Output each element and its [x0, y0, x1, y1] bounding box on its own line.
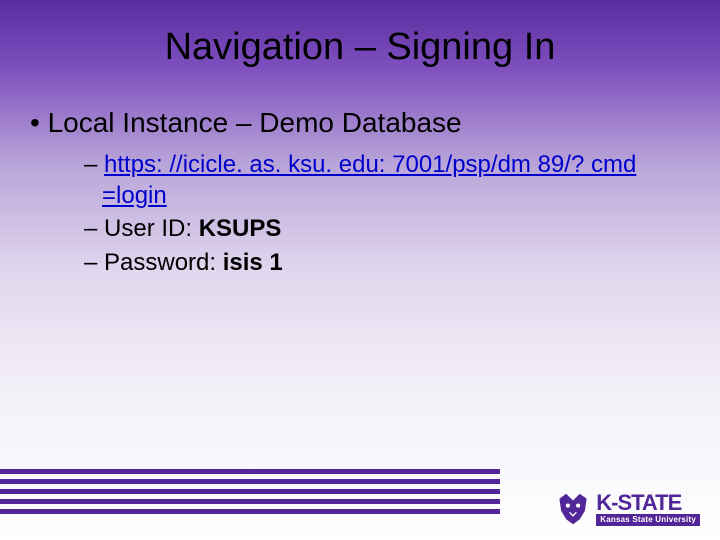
sub-bullets: https: //icicle. as. ksu. edu: 7001/psp/…	[30, 149, 690, 278]
wildcat-icon	[556, 492, 590, 526]
footer-stripes	[0, 464, 500, 514]
logo-brand-text: K-STATE	[596, 492, 700, 514]
slide-content: Local Instance – Demo Database https: //…	[0, 69, 720, 278]
bullet-main: Local Instance – Demo Database	[30, 107, 690, 139]
sub-item-user: User ID: KSUPS	[84, 213, 690, 244]
password-label: Password:	[104, 249, 223, 276]
kstate-logo: K-STATE Kansas State University	[556, 492, 700, 526]
sub-item-password: Password: isis 1	[84, 247, 690, 278]
sub-item-link: https: //icicle. as. ksu. edu: 7001/psp/…	[84, 149, 690, 211]
password-value: isis 1	[223, 249, 283, 276]
logo-sub-text: Kansas State University	[596, 514, 700, 526]
user-id-label: User ID:	[104, 215, 199, 242]
slide-title: Navigation – Signing In	[0, 0, 720, 69]
user-id-value: KSUPS	[199, 215, 282, 242]
login-url-link[interactable]: https: //icicle. as. ksu. edu: 7001/psp/…	[102, 151, 636, 209]
